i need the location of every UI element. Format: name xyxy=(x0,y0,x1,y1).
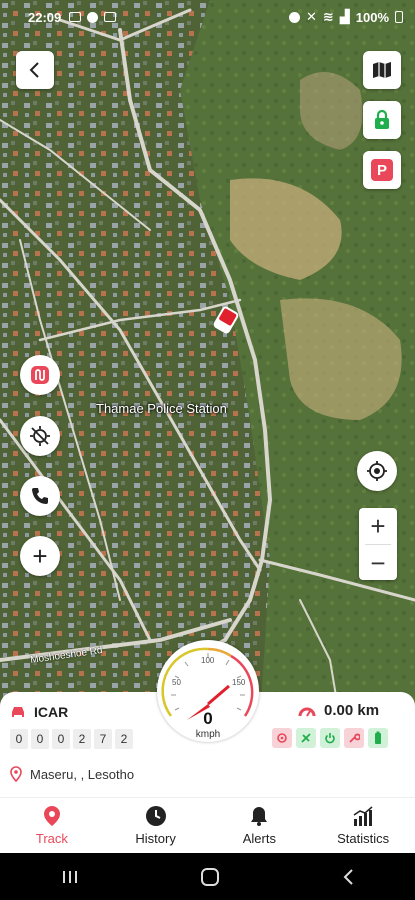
lock-icon xyxy=(375,110,389,129)
lock-button[interactable] xyxy=(363,101,401,139)
status-time: 22:09 xyxy=(28,9,62,25)
map-type-icon xyxy=(373,62,391,78)
tab-label: History xyxy=(135,831,176,846)
odometer: 0 0 0 2 7 2 xyxy=(10,729,133,749)
gps-toggle-button[interactable] xyxy=(20,416,60,456)
phone-icon xyxy=(32,488,48,504)
tab-alerts[interactable]: Alerts xyxy=(208,798,312,853)
tab-label: Alerts xyxy=(242,831,276,846)
odometer-digit: 0 xyxy=(10,729,28,749)
speedometer: 50 100 150 0 kmph xyxy=(157,640,259,742)
vehicle-name: ICAR xyxy=(34,704,69,720)
tick-label: 100 xyxy=(201,656,215,665)
parking-icon: P xyxy=(371,159,393,181)
map-view[interactable] xyxy=(0,0,415,720)
location-pin-icon xyxy=(43,806,60,826)
route-icon xyxy=(31,366,49,384)
speed-unit: kmph xyxy=(195,729,221,740)
odometer-digit: 2 xyxy=(73,729,91,749)
back-icon xyxy=(29,62,39,78)
service-icon xyxy=(344,728,364,748)
signal-icon: ▟ xyxy=(339,9,350,24)
tab-track[interactable]: Track xyxy=(0,798,104,853)
locate-icon xyxy=(367,461,387,481)
distance-row: 0.00 km xyxy=(298,702,379,719)
battery-icon xyxy=(368,728,388,748)
odometer-digit: 7 xyxy=(94,729,112,749)
notification-icon xyxy=(104,11,117,22)
location-pin-icon xyxy=(10,766,22,782)
vehicle-location: Maseru, , Lesotho xyxy=(10,766,134,782)
mute-icon: ✕ xyxy=(305,9,317,24)
location-text: Maseru, , Lesotho xyxy=(30,766,135,782)
map-type-button[interactable] xyxy=(363,51,401,89)
zoom-out-button[interactable]: − xyxy=(359,545,397,581)
zoom-control: + − xyxy=(359,508,397,580)
bottom-navigation: Track History Alerts Statistics xyxy=(0,797,415,853)
add-button[interactable]: + xyxy=(20,536,60,576)
clock-icon xyxy=(145,806,166,826)
bar-chart-icon xyxy=(353,806,373,826)
home-icon[interactable] xyxy=(200,867,220,887)
messenger-icon xyxy=(87,11,99,23)
ignition-icon xyxy=(272,728,292,748)
tab-label: Track xyxy=(35,831,68,846)
tab-history[interactable]: History xyxy=(104,798,208,853)
odometer-digit: 0 xyxy=(31,729,49,749)
speed-value: 0 xyxy=(203,709,213,728)
battery-icon xyxy=(395,11,403,23)
wifi-icon: ≋ xyxy=(322,9,334,24)
gps-off-icon xyxy=(30,426,50,446)
vehicle-header: ICAR xyxy=(10,704,68,720)
tab-label: Statistics xyxy=(337,831,390,846)
power-icon xyxy=(320,728,340,748)
tab-statistics[interactable]: Statistics xyxy=(311,798,415,853)
system-back-icon[interactable] xyxy=(341,868,355,886)
parking-button[interactable]: P xyxy=(363,151,401,189)
battery-level: 100% xyxy=(355,9,389,25)
call-button[interactable] xyxy=(20,476,60,516)
status-icons xyxy=(272,728,388,748)
odometer-gauge-icon xyxy=(298,707,316,717)
map-place-label: Thamae Police Station xyxy=(96,401,227,416)
status-bar: 22:09 ✕ ≋ ▟ 100% xyxy=(0,0,415,34)
alarm-icon xyxy=(288,11,300,23)
distance-value: 0.00 km xyxy=(324,702,380,719)
car-icon xyxy=(12,707,24,717)
gps-signal-icon xyxy=(296,728,316,748)
system-navigation-bar xyxy=(0,853,415,900)
gallery-icon xyxy=(69,11,82,22)
my-location-button[interactable] xyxy=(357,451,397,491)
tick-label: 50 xyxy=(172,678,181,687)
recent-apps-icon[interactable] xyxy=(61,869,79,885)
tick-label: 150 xyxy=(232,678,246,687)
route-button[interactable] xyxy=(20,355,60,395)
odometer-digit: 2 xyxy=(115,729,133,749)
odometer-digit: 0 xyxy=(52,729,70,749)
zoom-in-button[interactable]: + xyxy=(359,508,397,544)
bell-icon xyxy=(251,807,268,826)
back-button[interactable] xyxy=(16,51,54,89)
